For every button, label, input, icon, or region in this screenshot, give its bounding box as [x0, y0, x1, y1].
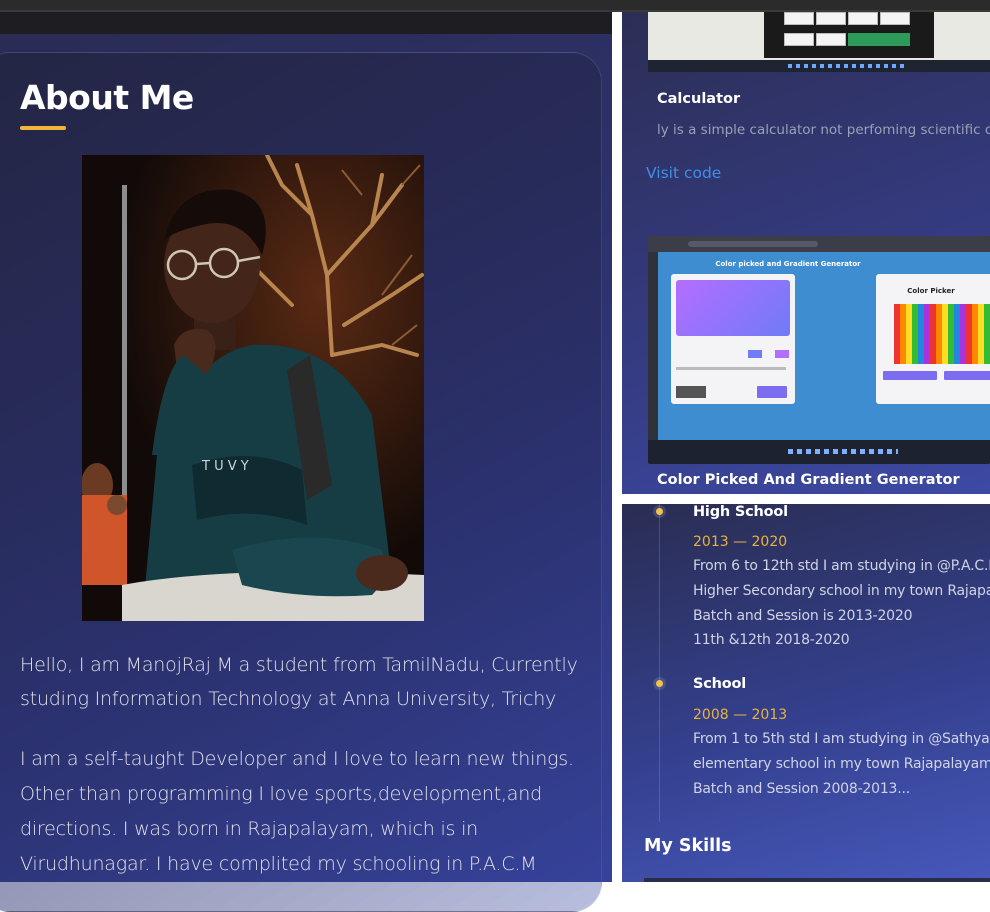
browser-tab-bar [648, 236, 990, 252]
projects-panel: Calculator ly is a simple calculator not… [622, 12, 990, 494]
calculator-keypad [764, 12, 934, 58]
color-picker-screenshot[interactable]: Color picked and Gradient Generator Colo… [648, 236, 990, 464]
gradient-preview [676, 280, 790, 336]
calc-key [880, 12, 910, 25]
browser-top-bar [0, 0, 990, 34]
timeline-dot [656, 680, 663, 687]
color-picker-card: Color Picker [876, 274, 990, 404]
title-underline [20, 126, 66, 130]
gradient-button [676, 386, 706, 398]
education-years-high-school: 2013 — 2020 [693, 534, 788, 550]
education-detail: From 6 to 12th std I am studying in @P.A… [693, 558, 990, 574]
address-bar [688, 241, 818, 247]
color-swatch [748, 350, 762, 358]
pick-button [883, 371, 937, 380]
color-swatch [775, 350, 789, 358]
color-picker-card-title: Color Picker [907, 287, 955, 295]
about-paragraph-2: I am a self-taught Developer and I love … [20, 748, 574, 875]
calc-key [848, 12, 878, 25]
timeline-line [659, 504, 660, 822]
svg-text:T U V Y: T U V Y [201, 459, 249, 474]
browser-sidebar [648, 252, 658, 448]
calc-key [816, 33, 846, 46]
taskbar-icons [788, 64, 908, 68]
calc-key [784, 33, 814, 46]
about-paragraph-1: Hello, I am ManojRaj M a student from Ta… [20, 654, 578, 710]
education-years-school: 2008 — 2013 [693, 707, 788, 723]
taskbar-icons [788, 449, 898, 454]
education-detail: From 1 to 5th std I am studying in @Sath… [693, 731, 990, 747]
education-panel: High School 2013 — 2020 From 6 to 12th s… [622, 504, 990, 882]
education-detail: Batch and Session is 2013-2020 [693, 608, 913, 624]
project-title-calculator: Calculator [657, 91, 741, 107]
project-description-calculator: ly is a simple calculator not perfoming … [657, 122, 990, 138]
calc-equals-key [848, 33, 910, 46]
windows-taskbar [648, 440, 990, 464]
about-title: About Me [20, 78, 194, 117]
color-image [894, 304, 990, 364]
calc-key [816, 12, 846, 25]
skills-heading: My Skills [644, 836, 732, 856]
education-detail: 11th &12th 2018-2020 [693, 632, 850, 648]
visit-code-link[interactable]: Visit code [646, 164, 721, 182]
profile-photo-image: T U V Y [82, 155, 424, 621]
css-output-line [676, 367, 786, 370]
windows-taskbar [648, 60, 990, 72]
calc-key [784, 12, 814, 25]
profile-photo: T U V Y [82, 155, 424, 621]
education-detail: Batch and Session 2008-2013... [693, 781, 911, 797]
timeline-dot [656, 508, 663, 515]
color-picker-page-heading: Color picked and Gradient Generator [715, 260, 861, 268]
project-title-color-picker: Color Picked And Gradient Generator [657, 472, 960, 488]
education-title-school: School [693, 676, 747, 692]
education-detail: elementary school in my town Rajapalayam [693, 756, 990, 772]
color-picker-page: Color picked and Gradient Generator Colo… [658, 252, 990, 440]
education-detail: Higher Secondary school in my town Rajap… [693, 583, 990, 599]
education-title-high-school: High School [693, 504, 788, 520]
window-strip [0, 12, 612, 34]
upload-button [944, 371, 990, 380]
skills-divider [644, 878, 990, 882]
calculator-screenshot[interactable] [648, 12, 990, 72]
gradient-card [671, 274, 795, 404]
copy-button [757, 386, 787, 398]
